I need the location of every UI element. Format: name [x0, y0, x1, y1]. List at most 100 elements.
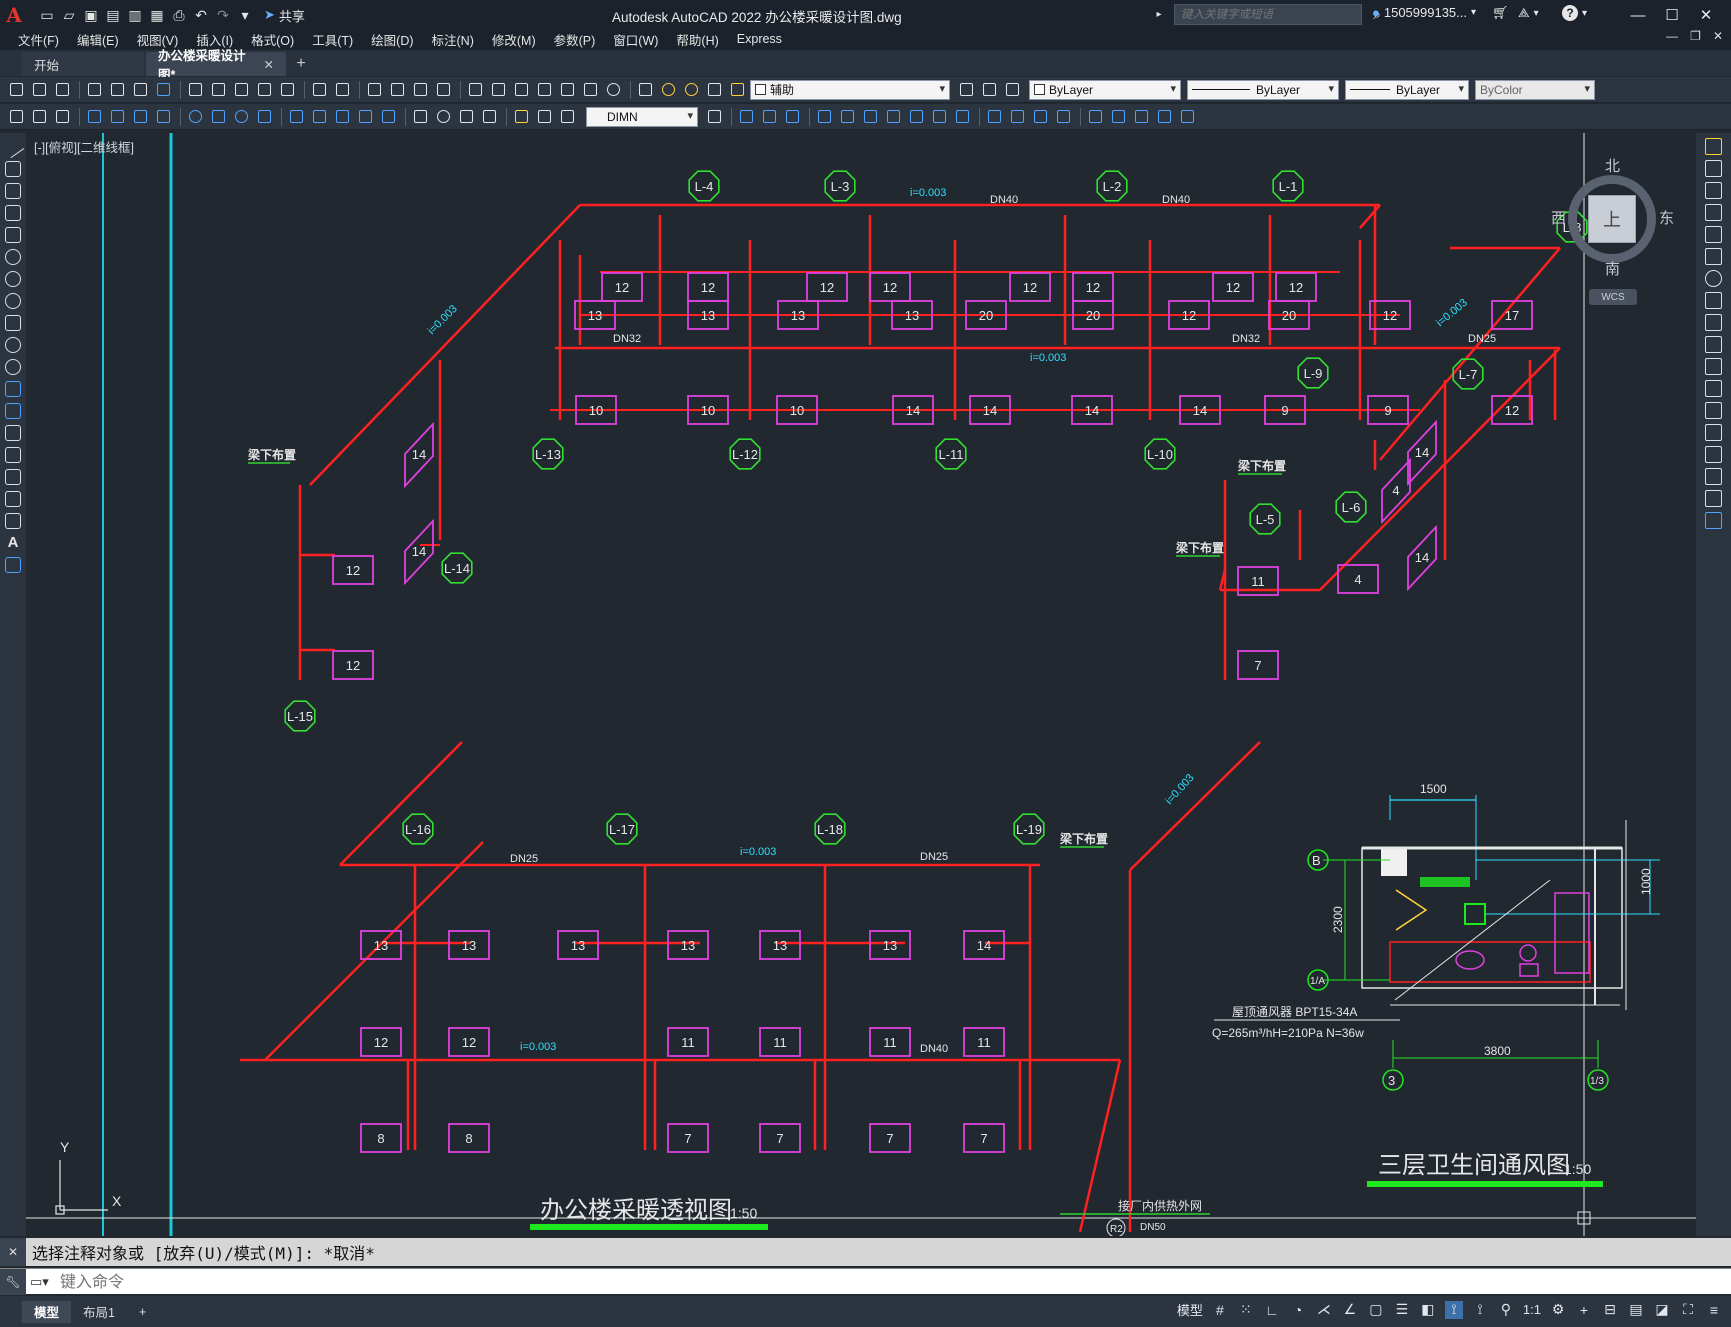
plot-icon[interactable]	[84, 80, 104, 100]
autodesk-app-button[interactable]: ⟁ ▾	[1518, 5, 1539, 21]
modify-tool-5[interactable]	[837, 107, 857, 127]
customize-command-icon[interactable]: 🔧︎	[0, 1268, 26, 1295]
line-icon[interactable]	[1, 135, 25, 159]
multiline-text-icon[interactable]: A	[5, 535, 21, 551]
stretch-icon[interactable]	[1705, 314, 1722, 331]
undo-icon[interactable]: ↶	[192, 6, 210, 24]
menu-edit[interactable]: 编辑(E)	[77, 30, 129, 49]
spline-icon[interactable]	[5, 315, 21, 331]
paste-icon[interactable]	[231, 80, 251, 100]
layer-state-icon[interactable]	[1002, 80, 1022, 100]
grid-icon[interactable]: #	[1211, 1301, 1229, 1319]
toolbar-icon-3[interactable]	[52, 107, 72, 127]
modify-tool-9[interactable]	[929, 107, 949, 127]
infer-constraints-icon[interactable]: ∟	[1263, 1301, 1281, 1319]
drawing-canvas[interactable]: 13 12 12 13 13 12 12 13 20 12 12 20 12 12 12 20 12 17 10 10…	[26, 133, 1696, 1236]
dimstyle-dropdown[interactable]: DIMN	[586, 106, 698, 127]
layer-viewport-icon[interactable]	[704, 80, 724, 100]
modify-tool-8[interactable]	[906, 107, 926, 127]
help-button[interactable]: ? ▾	[1562, 5, 1587, 21]
move-icon[interactable]	[1705, 248, 1722, 265]
doc-close-button[interactable]: ✕	[1713, 29, 1723, 43]
explode-icon[interactable]	[1705, 512, 1722, 529]
auto-scale-icon[interactable]: ⟟	[1471, 1301, 1489, 1319]
modify-tool-11[interactable]	[984, 107, 1004, 127]
menu-tools[interactable]: 工具(T)	[312, 30, 363, 49]
modify-tool-12[interactable]	[1007, 107, 1027, 127]
pan-icon[interactable]	[364, 80, 384, 100]
quick-dim-icon[interactable]	[286, 107, 306, 127]
color-dropdown[interactable]: ByLayer	[1029, 79, 1181, 100]
zoom-window-icon[interactable]	[410, 80, 430, 100]
customize-status-icon[interactable]: ≡	[1705, 1301, 1723, 1319]
annotation-monitor-icon[interactable]: ⚲	[1497, 1301, 1515, 1319]
new-icon[interactable]	[6, 80, 26, 100]
autocad-logo-icon[interactable]: A	[0, 0, 28, 30]
minimize-button[interactable]: —	[1622, 3, 1654, 27]
rotate-icon[interactable]	[1705, 270, 1722, 287]
close-button[interactable]: ✕	[1690, 3, 1722, 27]
object-snap-icon[interactable]: ▢	[1367, 1301, 1385, 1319]
workspace-gear-icon[interactable]: ⚙	[1549, 1301, 1567, 1319]
copy-icon[interactable]	[208, 80, 228, 100]
isolate-objects-icon[interactable]: ◪	[1653, 1301, 1671, 1319]
zoom-previous-icon[interactable]	[433, 80, 453, 100]
rectangle-icon[interactable]	[5, 227, 21, 243]
center-mark-icon[interactable]	[433, 107, 453, 127]
calculator-icon[interactable]	[580, 80, 600, 100]
dim-text-edit-icon[interactable]	[534, 107, 554, 127]
clean-screen-icon[interactable]: ⛶	[1679, 1301, 1697, 1319]
compass-north[interactable]: 北	[1605, 155, 1620, 176]
compass-east[interactable]: 东	[1659, 207, 1674, 228]
cut-icon[interactable]	[185, 80, 205, 100]
polyline-icon[interactable]	[5, 183, 21, 199]
make-current-layer-icon[interactable]	[956, 80, 976, 100]
modify-tool-19[interactable]	[1177, 107, 1197, 127]
break-icon[interactable]	[1705, 402, 1722, 419]
dim-break-icon[interactable]	[378, 107, 398, 127]
menu-dimension[interactable]: 标注(N)	[432, 30, 484, 49]
isodraft-icon[interactable]: ⋌	[1315, 1301, 1333, 1319]
insert-block-icon[interactable]	[5, 381, 21, 397]
layer-previous-icon[interactable]	[979, 80, 999, 100]
modify-tool-7[interactable]	[883, 107, 903, 127]
save-as-icon[interactable]: ▤	[104, 6, 122, 24]
sheet-set-icon[interactable]	[534, 80, 554, 100]
layer-lock-icon[interactable]	[727, 80, 747, 100]
tolerance-icon[interactable]	[410, 107, 430, 127]
modify-tool-18[interactable]	[1154, 107, 1174, 127]
add-selected-icon[interactable]	[5, 557, 21, 573]
snap-icon[interactable]: ⁙	[1237, 1301, 1255, 1319]
help-icon[interactable]	[603, 80, 623, 100]
doc-restore-button[interactable]: ❐	[1690, 29, 1701, 43]
undo-icon[interactable]	[309, 80, 329, 100]
polygon-icon[interactable]	[5, 205, 21, 221]
modify-tool-14[interactable]	[1053, 107, 1073, 127]
jogged-dim-icon[interactable]	[208, 107, 228, 127]
customize-qat-icon[interactable]: ▾	[236, 6, 254, 24]
dim-update-icon[interactable]	[557, 107, 577, 127]
doc-minimize-button[interactable]: —	[1666, 29, 1678, 43]
user-account[interactable]: ● 1505999135... ▾	[1372, 5, 1476, 20]
menu-help[interactable]: 帮助(H)	[676, 30, 728, 49]
radius-dim-icon[interactable]	[185, 107, 205, 127]
model-space-button[interactable]: 模型	[1177, 1300, 1203, 1319]
modify-tool-17[interactable]	[1131, 107, 1151, 127]
trim-icon[interactable]	[1705, 336, 1722, 353]
gradient-icon[interactable]	[5, 469, 21, 485]
expand-arrow-icon[interactable]: ▸	[1150, 6, 1168, 24]
angular-dim-icon[interactable]	[254, 107, 274, 127]
object-snap-tracking-icon[interactable]: ∠	[1341, 1301, 1359, 1319]
plotstyle-dropdown[interactable]: ByColor	[1475, 79, 1595, 100]
viewport-controls-label[interactable]: [-][俯视][二维线框]	[34, 137, 134, 156]
ordinate-dim-icon[interactable]	[153, 107, 173, 127]
redo-icon[interactable]	[332, 80, 352, 100]
layer-freeze-icon[interactable]	[681, 80, 701, 100]
viewcube-top-face[interactable]: 上	[1588, 195, 1636, 243]
search-input[interactable]	[1174, 4, 1362, 25]
open-icon[interactable]	[29, 80, 49, 100]
polar-tracking-icon[interactable]: ◔	[1289, 1301, 1307, 1319]
modify-tool-3[interactable]	[782, 107, 802, 127]
new-file-icon[interactable]: ▭	[38, 6, 56, 24]
arc-icon[interactable]	[5, 249, 21, 265]
